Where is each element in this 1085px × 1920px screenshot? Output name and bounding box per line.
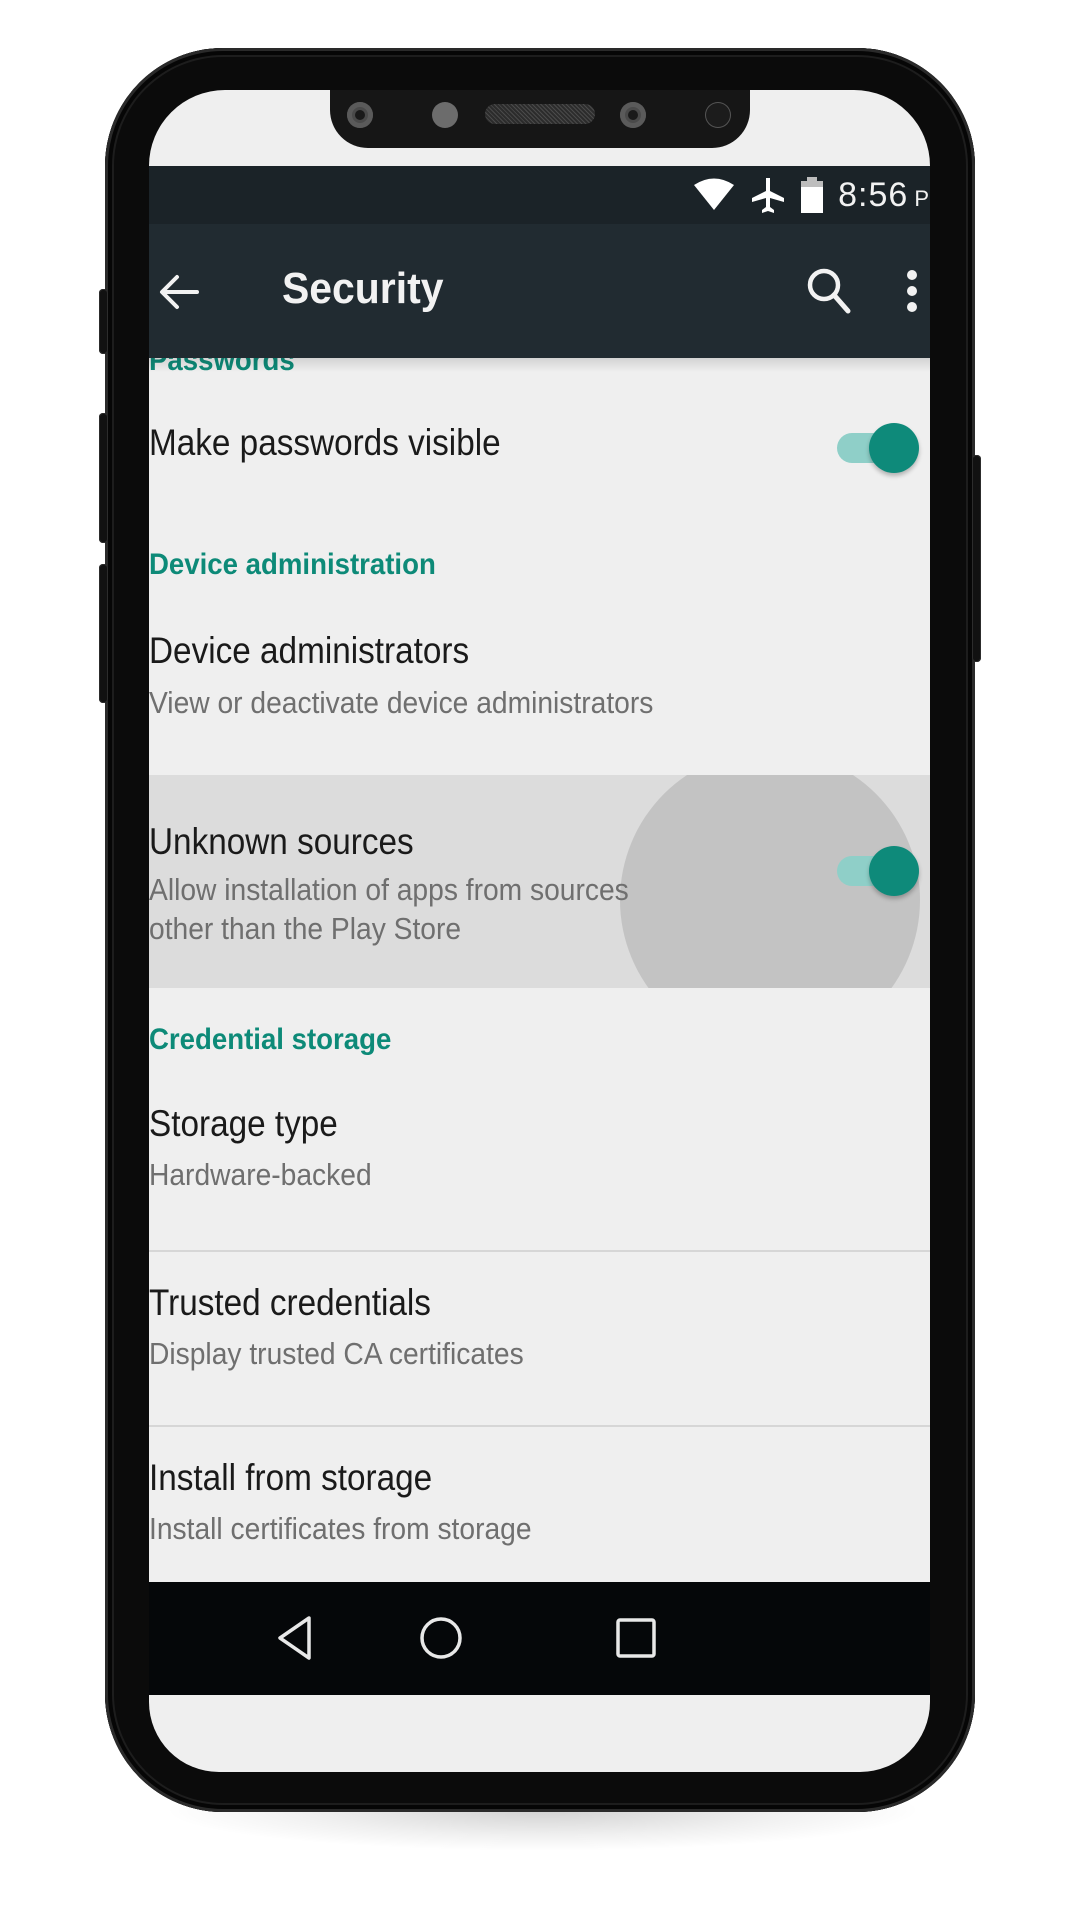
more-vert-icon: [907, 270, 917, 312]
setting-title: Make passwords visible: [149, 422, 501, 463]
airplane-mode-icon: [750, 176, 786, 214]
setting-summary-line-2: other than the Play Store: [149, 911, 462, 946]
clock: 8:56 P: [838, 175, 930, 214]
setting-summary-line-1: Allow installation of apps from sources: [149, 872, 629, 907]
setting-summary: Hardware-backed: [149, 1157, 372, 1192]
back-button[interactable]: [157, 274, 201, 310]
search-button[interactable]: [804, 266, 854, 316]
earpiece-speaker: [485, 104, 595, 124]
section-header-passwords: Passwords: [149, 358, 295, 377]
section-header-device-administration: Device administration: [149, 548, 436, 581]
setting-device-administrators[interactable]: Device administrators View or deactivate…: [149, 598, 930, 765]
front-camera-icon: [347, 102, 373, 128]
nav-recents-button[interactable]: [606, 1612, 666, 1664]
side-button-right: [972, 455, 981, 662]
make-passwords-visible-toggle[interactable]: [837, 419, 919, 475]
section-header-credential-storage: Credential storage: [149, 1023, 392, 1056]
side-button-left-2: [99, 413, 108, 543]
battery-icon: [800, 177, 824, 213]
more-options-button[interactable]: [897, 266, 927, 316]
status-bar: 8:56 P: [149, 166, 930, 224]
app-toolbar: Security: [149, 224, 930, 358]
toggle-thumb: [869, 423, 919, 473]
page-title: Security: [282, 264, 444, 313]
settings-list[interactable]: Passwords Make passwords visible Device …: [149, 358, 930, 1582]
wifi-icon: [692, 178, 736, 212]
side-button-left-1: [99, 289, 108, 354]
nav-back-icon: [278, 1616, 311, 1660]
arrow-back-icon: [160, 275, 199, 309]
setting-trusted-credentials[interactable]: Trusted credentials Display trusted CA c…: [149, 1252, 930, 1426]
nav-home-button[interactable]: [411, 1612, 471, 1664]
secondary-camera-icon: [620, 102, 646, 128]
toggle-thumb: [869, 846, 919, 896]
setting-install-from-storage[interactable]: Install from storage Install certificate…: [149, 1427, 930, 1582]
setting-summary: Install certificates from storage: [149, 1511, 532, 1546]
nav-home-icon: [420, 1617, 462, 1659]
setting-title: Unknown sources: [149, 821, 414, 862]
phone-screen: 8:56 P Security Passwords Make passwords …: [149, 90, 930, 1772]
setting-title: Install from storage: [149, 1457, 433, 1498]
navigation-bar: [149, 1582, 930, 1695]
setting-title: Device administrators: [149, 630, 470, 671]
setting-unknown-sources[interactable]: Unknown sources Allow installation of ap…: [149, 775, 930, 988]
setting-summary: View or deactivate device administrators: [149, 685, 654, 720]
sensor-lens-icon: [705, 102, 731, 128]
search-icon: [807, 268, 851, 314]
setting-title: Storage type: [149, 1103, 338, 1144]
proximity-sensor-icon: [432, 102, 458, 128]
setting-make-passwords-visible[interactable]: Make passwords visible: [149, 398, 930, 498]
nav-back-button[interactable]: [265, 1612, 325, 1664]
unknown-sources-toggle[interactable]: [837, 842, 919, 898]
setting-title: Trusted credentials: [149, 1282, 431, 1323]
side-button-left-3: [99, 564, 108, 703]
setting-summary: Display trusted CA certificates: [149, 1336, 524, 1371]
notch: [330, 90, 750, 148]
setting-storage-type[interactable]: Storage type Hardware-backed: [149, 1073, 930, 1249]
nav-recents-icon: [616, 1618, 656, 1658]
